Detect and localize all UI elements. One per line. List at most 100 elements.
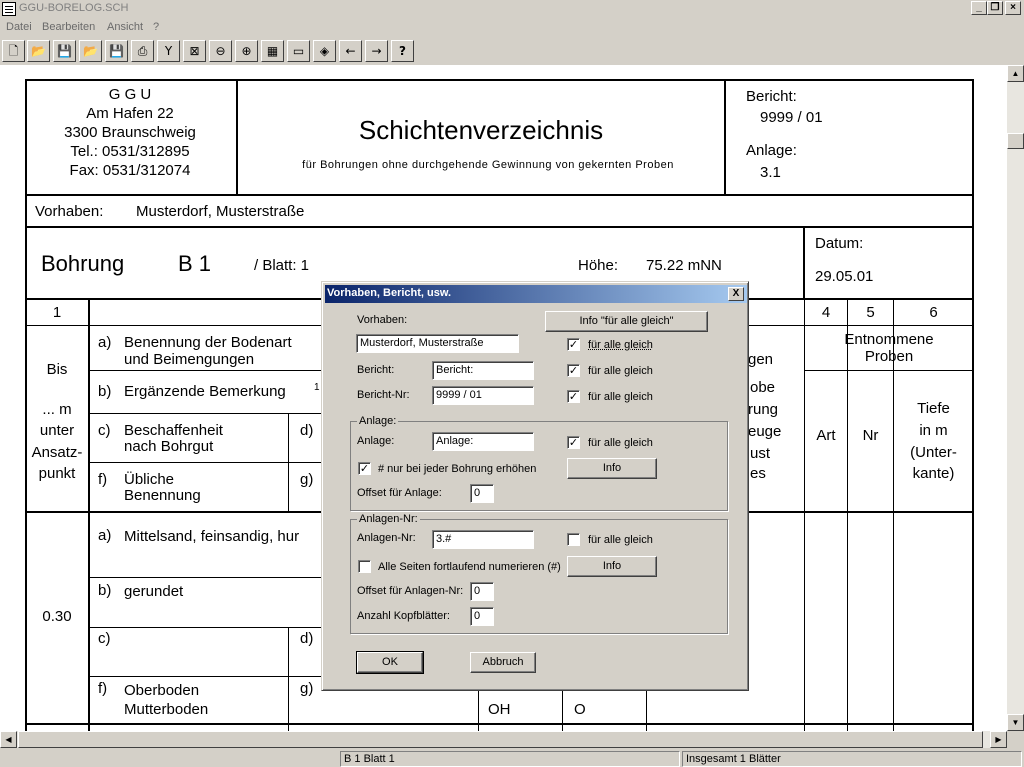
status-sheet: B 1 Blatt 1	[340, 751, 680, 767]
menu-ansicht[interactable]: Ansicht	[107, 21, 143, 33]
company-tel: Tel.: 0531/312895	[70, 143, 190, 160]
vertical-scrollbar[interactable]: ▲ ▼	[1007, 65, 1024, 731]
row1-g-label: g)	[300, 680, 314, 697]
anzahl-label: Anzahl Kopfblätter:	[357, 610, 450, 622]
dlg-vorhaben-label: Vorhaben:	[357, 314, 408, 326]
f-text-2: Benennung	[124, 487, 201, 504]
arrow-left-icon[interactable]: ←	[339, 40, 362, 62]
vorhaben-same-checkbox[interactable]: ✓	[567, 338, 580, 351]
entnommene-2: Proben	[864, 348, 914, 365]
nur-jeder-label: # nur bei jeder Bohrung erhöhen	[378, 463, 537, 475]
arrow-right-icon[interactable]: →	[365, 40, 388, 62]
open-folder-icon[interactable]: 📂	[79, 40, 102, 62]
dlg-vorhaben-input[interactable]: Musterdorf, Musterstraße	[356, 334, 519, 353]
cancel-button[interactable]: Abbruch	[470, 652, 536, 673]
a-text-1: Benennung der Bodenart	[124, 334, 292, 351]
dlg-berichtnr-input[interactable]: 9999 / 01	[432, 386, 534, 405]
scroll-up-icon[interactable]: ▲	[1007, 65, 1024, 82]
dlg-bericht-input[interactable]: Bericht:	[432, 361, 534, 380]
bericht-same-label: für alle gleich	[588, 365, 653, 377]
menu-bar: Datei Bearbeiten Ansicht ?	[0, 19, 1024, 37]
menu-bearbeiten[interactable]: Bearbeiten	[42, 21, 95, 33]
zoom-in-icon[interactable]: ⊕	[235, 40, 258, 62]
dialog-title: Vorhaben, Bericht, usw.	[327, 287, 452, 299]
offset-anlagennr-input[interactable]: 0	[470, 582, 494, 601]
page-title: Schichtenverzeichnis	[358, 115, 604, 145]
col3-text-4: euge	[748, 423, 782, 440]
row1-b-text: gerundet	[124, 583, 184, 600]
save-icon[interactable]: 💾	[53, 40, 76, 62]
dlg-anlagennr-input[interactable]: 3.#	[432, 530, 534, 549]
col3-text-6: es	[750, 465, 766, 482]
datum-value: 29.05.01	[815, 268, 874, 285]
anlage-same-checkbox[interactable]: ✓	[567, 436, 580, 449]
help-icon[interactable]: ?	[391, 40, 414, 62]
bohrung-label: Bohrung	[41, 251, 125, 276]
col-number-4: 4	[821, 304, 831, 321]
row1-f-label: f)	[98, 680, 108, 697]
zoom-out-icon[interactable]: ⊖	[209, 40, 232, 62]
col-number-1: 1	[52, 304, 62, 321]
color-icon[interactable]: ◈	[313, 40, 336, 62]
scroll-down-icon[interactable]: ▼	[1007, 714, 1024, 731]
berichtnr-same-checkbox[interactable]: ✓	[567, 390, 580, 403]
crop-icon[interactable]: ⊠	[183, 40, 206, 62]
c-text-1: Beschaffenheit	[124, 422, 223, 439]
anzahl-input[interactable]: 0	[470, 607, 494, 626]
blatt-label: / Blatt: 1	[254, 257, 310, 274]
save-as-icon[interactable]: 💾	[105, 40, 128, 62]
restore-button[interactable]: ❐	[987, 1, 1003, 15]
row1-a-text: Mittelsand, feinsandig, hur	[124, 528, 300, 545]
window-title: GGU-BORELOG.SCH	[19, 2, 129, 14]
offset-anlage-input[interactable]: 0	[470, 484, 494, 503]
b-text: Ergänzende Bemerkung	[124, 383, 286, 400]
anlagennr-same-checkbox[interactable]	[567, 533, 580, 546]
anlage-info-button[interactable]: Info	[567, 458, 657, 479]
scroll-left-icon[interactable]: ◀	[0, 731, 17, 748]
ok-button[interactable]: OK	[356, 651, 424, 674]
print-icon[interactable]: ⎙	[131, 40, 154, 62]
col-ansatz: Ansatz-	[31, 444, 83, 461]
minimize-button[interactable]: _	[971, 1, 987, 15]
col3-text-5: ust	[750, 445, 771, 462]
dialog-close-icon[interactable]: X	[728, 287, 744, 301]
open-icon[interactable]: 📂	[27, 40, 50, 62]
company-street: Am Hafen 22	[86, 105, 174, 122]
c-label: c)	[98, 422, 111, 439]
close-window-button[interactable]: ×	[1005, 1, 1021, 15]
alle-seiten-label: Alle Seiten fortlaufend numerieren (#)	[378, 561, 561, 573]
nur-jeder-checkbox[interactable]: ✓	[358, 462, 371, 475]
scroll-thumb-vertical[interactable]	[1007, 133, 1024, 149]
alle-seiten-checkbox[interactable]	[358, 560, 371, 573]
anlage-same-label: für alle gleich	[588, 437, 653, 449]
anlagennr-info-button[interactable]: Info	[567, 556, 657, 577]
new-icon[interactable]: 🗋	[2, 40, 25, 62]
menu-datei[interactable]: Datei	[6, 21, 32, 33]
entnommene-1: Entnommene	[844, 331, 934, 348]
datum-label: Datum:	[815, 235, 864, 252]
hoehe-label: Höhe:	[578, 257, 619, 274]
row1-d-label: d)	[300, 630, 314, 647]
anlage-label: Anlage:	[746, 142, 797, 159]
col3-text-3: rung	[748, 401, 779, 418]
bericht-same-checkbox[interactable]: ✓	[567, 364, 580, 377]
vorhaben-value: Musterdorf, Musterstraße	[136, 203, 305, 220]
dlg-anlagennr-label: Anlagen-Nr:	[357, 532, 416, 544]
col-number-6: 6	[929, 304, 938, 321]
row1-c-label: c)	[98, 630, 111, 647]
dlg-anlage-input[interactable]: Anlage:	[432, 432, 534, 451]
offset-anlage-label: Offset für Anlage:	[357, 487, 442, 499]
vorhaben-label: Vorhaben:	[35, 203, 104, 220]
scroll-right-icon[interactable]: ▶	[990, 731, 1007, 748]
info-all-button[interactable]: Info "für alle gleich"	[545, 311, 708, 332]
company-city: 3300 Braunschweig	[64, 124, 196, 141]
layout-icon[interactable]: ▦	[261, 40, 284, 62]
tool-icon[interactable]: Y	[157, 40, 180, 62]
folders-icon[interactable]: ▭	[287, 40, 310, 62]
scroll-thumb-horizontal[interactable]	[18, 731, 983, 748]
row1-f-text-2: Mutterboden	[124, 701, 209, 718]
horizontal-scrollbar[interactable]: ◀ ▶	[0, 731, 1007, 748]
menu-help[interactable]: ?	[153, 21, 159, 33]
row1-i-value: O	[574, 701, 586, 718]
page-subtitle: für Bohrungen ohne durchgehende Gewinnun…	[302, 159, 674, 171]
